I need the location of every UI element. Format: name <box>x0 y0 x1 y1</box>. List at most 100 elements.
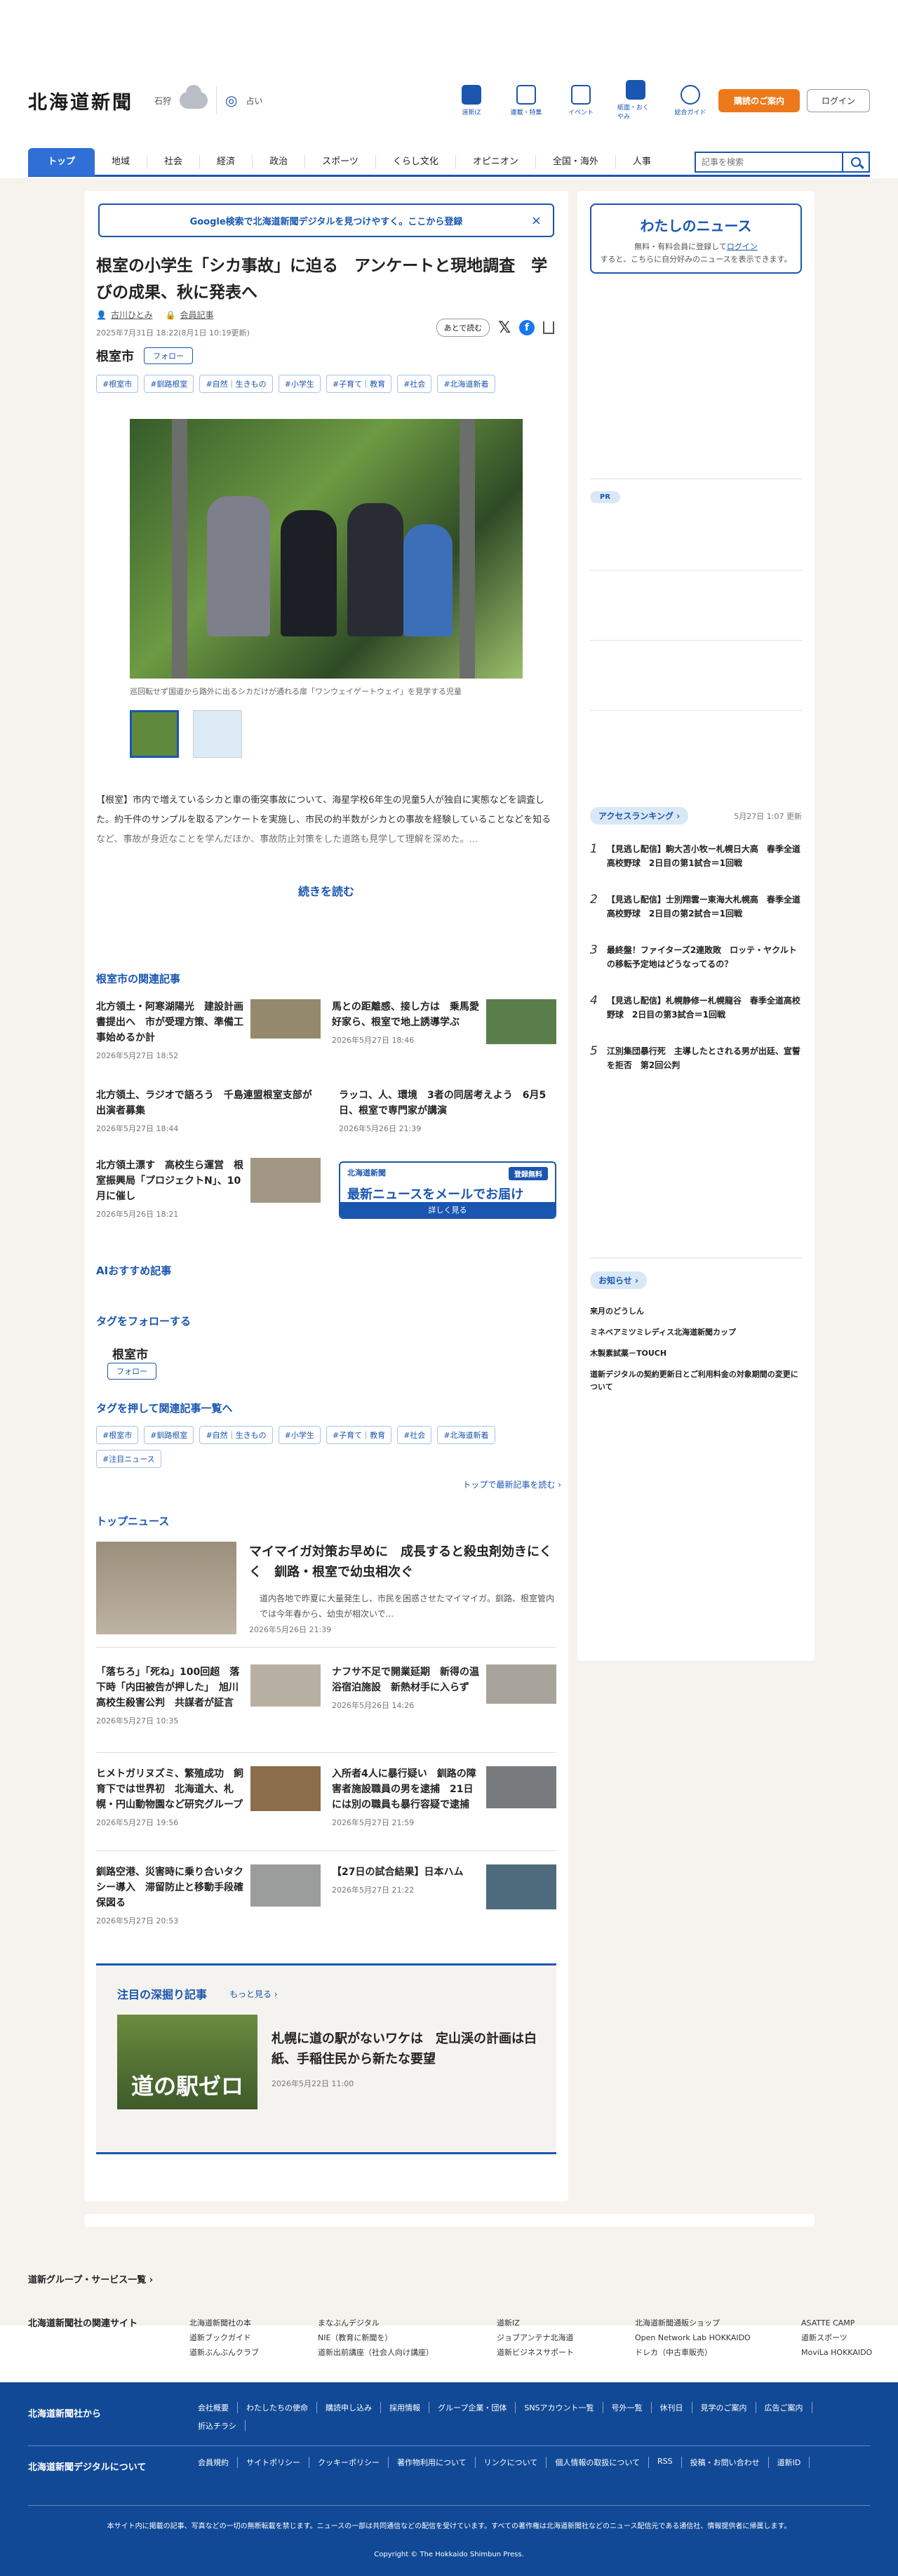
footer-link[interactable]: リンクについて <box>476 2457 547 2468</box>
photo-thumbnail[interactable] <box>130 710 179 758</box>
footer-link[interactable]: 購読申し込み <box>317 2402 381 2413</box>
related-article[interactable]: 北方領土、ラジオで語ろう 千島連盟根室支部が出演者募集 2026年5月27日 1… <box>96 1088 321 1134</box>
tag-link[interactable]: #自然｜生きもの <box>199 375 273 393</box>
article-photo[interactable] <box>130 419 523 679</box>
footer-link[interactable]: 折込チラシ <box>189 2420 246 2431</box>
follow-button[interactable]: フォロー <box>107 1363 156 1380</box>
tag-link[interactable]: #小学生 <box>278 1426 321 1444</box>
tag-link[interactable]: #子育て｜教育 <box>326 375 392 393</box>
nav-culture[interactable]: くらし文化 <box>376 154 456 169</box>
deep-dive-image[interactable]: 道の駅ゼロ <box>117 2015 257 2109</box>
hero-title[interactable]: マイマイガ対策お早めに 成長すると殺虫剤効きにくく 釧路・根室で幼虫相次ぐ <box>249 1542 558 1582</box>
nav-sports[interactable]: スポーツ <box>305 154 376 169</box>
footer-link[interactable]: 道新スポーツ <box>801 2330 872 2345</box>
footer-link[interactable]: NIE（教育に新聞を） <box>318 2330 434 2345</box>
footer-link[interactable]: 採用情報 <box>381 2402 429 2413</box>
footer-link[interactable]: 著作物利用について <box>389 2457 476 2468</box>
footer-link[interactable]: 道新IZ <box>497 2316 574 2330</box>
footer-link[interactable]: 号外一覧 <box>603 2402 652 2413</box>
nav-economy[interactable]: 経済 <box>200 154 253 169</box>
subscribe-button[interactable]: 購読のご案内 <box>718 88 800 112</box>
tag-link[interactable]: #釧路根室 <box>144 1426 194 1444</box>
footer-link[interactable]: わたしたちの使命 <box>238 2402 317 2413</box>
footer-link[interactable]: 道新出前講座（社会人向け講座） <box>318 2345 434 2360</box>
ranking-item[interactable]: 1 【見逃し配信】駒大苫小牧ー札幌日大高 春季全道高校野球 2日目の第1試合＝1回… <box>590 842 802 870</box>
footer-link[interactable]: 道新ビジネスサポート <box>497 2345 574 2360</box>
news-item[interactable]: 【27日の試合結果】日本ハム 2026年5月27日 21:22 <box>332 1864 556 1909</box>
related-article[interactable]: 馬との距離感、接し方は 乗馬愛好家ら、根室で地上誘導学ぶ 2026年5月27日 … <box>332 999 556 1046</box>
x-share-icon[interactable]: 𝕏 <box>498 319 511 337</box>
notice-item[interactable]: ミネベアミツミレディス北海道新聞カップ <box>590 1326 802 1339</box>
news-item[interactable]: 入所者4人に暴行疑い 釧路の障害者施設職員の男を逮捕 21日には別の職員も暴行容… <box>332 1766 556 1828</box>
footer-link[interactable]: 道新ブックガイド <box>189 2330 259 2345</box>
weather-widget[interactable]: 石狩 ◎ 占い <box>154 85 262 114</box>
google-banner[interactable]: Google検索で北海道新聞デジタルを見つけやすく。ここから登録 × <box>98 203 554 237</box>
site-logo[interactable]: 北海道新聞 <box>28 87 133 114</box>
news-item[interactable]: 釧路空港、災害時に乗り合いタクシー導入 滞留防止と移動手段確保図る 2026年5… <box>96 1864 321 1926</box>
deep-dive-title[interactable]: 札幌に道の駅がないワケは 定山渓の計画は白紙、手稲住民から新たな要望 <box>272 2029 538 2069</box>
nav-opinion[interactable]: オピニオン <box>456 154 536 169</box>
news-item[interactable]: ヒメトガリヌズミ、繁殖成功 飼育下では世界初 北海道大、札幌・円山動物園など研究… <box>96 1766 321 1828</box>
related-article[interactable]: 北方領土漂す 高校生ら運営 根室振興局「プロジェクトN」、10月に催し 2026… <box>96 1158 321 1220</box>
nav-world[interactable]: 全国・海外 <box>536 154 616 169</box>
ranking-item[interactable]: 3 最終盤！ファイターズ2連敗敗 ロッテ・ヤクルトの移転予定地はどうなってるの？ <box>590 943 802 971</box>
footer-link[interactable]: ASATTE CAMP <box>801 2316 872 2330</box>
news-item[interactable]: 「落ちろ」「死ね」100回超 落下時「内田被告が押した」 旭川高校生殺害公判 共… <box>96 1664 321 1726</box>
footer-link[interactable]: 会員規約 <box>189 2457 238 2468</box>
related-article[interactable]: 北方領土・阿寒湖陽光 建設計画書提出へ 市が受理方策、準備工事始めるか計 202… <box>96 999 321 1061</box>
map-thumbnail[interactable] <box>193 710 242 758</box>
footer-link[interactable]: まなぶんデジタル <box>318 2316 434 2330</box>
footer-link[interactable]: サイトポリシー <box>238 2457 309 2468</box>
footer-link[interactable]: 道新ID <box>769 2457 810 2468</box>
login-button[interactable]: ログイン <box>806 88 870 112</box>
read-more-link[interactable]: 続きを読む <box>84 882 568 899</box>
footer-link[interactable]: 北海道新聞社の本 <box>189 2316 259 2330</box>
tag-link[interactable]: #北海道新着 <box>437 1426 495 1444</box>
tag-link[interactable]: #釧路根室 <box>144 375 194 393</box>
hero-image[interactable] <box>96 1542 236 1634</box>
footer-link[interactable]: 道新ぶんぶんクラブ <box>189 2345 259 2360</box>
footer-link[interactable]: RSS <box>649 2457 682 2468</box>
my-news-login-link[interactable]: ログイン <box>727 242 758 251</box>
header-link-guide[interactable]: 総合ガイド <box>672 84 709 116</box>
follow-button[interactable]: フォロー <box>144 347 193 364</box>
tag-link[interactable]: #社会 <box>397 375 432 393</box>
mail-newsletter-banner[interactable]: 北海道新聞 登録無料 最新ニュースをメールでお届け 詳しく見る <box>339 1161 556 1219</box>
header-link-paper[interactable]: 紙面・おくやみ <box>617 80 654 121</box>
ranking-heading[interactable]: アクセスランキング › <box>590 807 689 825</box>
tag-link[interactable]: #社会 <box>397 1426 432 1444</box>
footer-link[interactable]: ジョブアンテナ北海道 <box>497 2330 574 2345</box>
nav-politics[interactable]: 政治 <box>253 154 306 169</box>
notice-heading[interactable]: お知らせ › <box>590 1272 647 1289</box>
footer-link[interactable]: 投稿・お問い合わせ <box>682 2457 769 2468</box>
notice-item[interactable]: 木製素試薬－TOUCH <box>590 1347 802 1360</box>
footer-link[interactable]: Open Network Lab HOKKAIDO <box>635 2330 751 2345</box>
search-input[interactable] <box>695 151 842 173</box>
nav-region[interactable]: 地域 <box>95 154 148 169</box>
nav-personnel[interactable]: 人事 <box>616 155 668 169</box>
tag-link[interactable]: #根室市 <box>96 1426 139 1444</box>
footer-link[interactable]: ドレカ（中古車販売） <box>635 2345 751 2360</box>
facebook-share-icon[interactable]: f <box>519 320 535 335</box>
tag-link[interactable]: #根室市 <box>96 375 139 393</box>
news-item[interactable]: ナフサ不足で開業延期 新得の温浴宿泊施設 新熱材手に入らず 2026年5月26日… <box>332 1664 556 1711</box>
footer-link[interactable]: グループ企業・団体 <box>429 2402 516 2413</box>
ranking-item[interactable]: 4 【見逃し配信】札幌静修ー札幌龍谷 春季全道高校野球 2日目の第3試合＝1回戦 <box>590 994 802 1022</box>
header-link-event[interactable]: イベント <box>563 84 599 116</box>
group-services-link[interactable]: 道新グループ・サービス一覧 › <box>28 2272 153 2285</box>
footer-link[interactable]: 広告ご案内 <box>756 2402 812 2413</box>
related-article[interactable]: ラッコ、人、環境 3者の同居考えよう 6月5日、根室で専門家が講演 2026年5… <box>339 1088 563 1134</box>
notice-item[interactable]: 来月のどうしん <box>590 1305 802 1318</box>
footer-link[interactable]: MoviLa HOKKAIDO <box>801 2345 872 2360</box>
header-link-iz[interactable]: 道新IZ <box>453 84 490 116</box>
footer-link[interactable]: 休刊日 <box>652 2402 692 2413</box>
nav-top[interactable]: トップ <box>28 147 95 176</box>
tag-link[interactable]: #自然｜生きもの <box>199 1426 273 1444</box>
ranking-item[interactable]: 2 【見逃し配信】士別翔雲ー東海大札幌高 春季全道高校野球 2日目の第2試合＝1回… <box>590 893 802 921</box>
header-link-series[interactable]: 連載・特集 <box>508 84 544 116</box>
nav-society[interactable]: 社会 <box>147 154 201 169</box>
search-button[interactable] <box>842 151 870 173</box>
author-link[interactable]: 古川ひとみ <box>111 309 153 321</box>
read-later-button[interactable]: あとで読む <box>436 319 490 337</box>
top-latest-link[interactable]: トップで最新記事を読む › <box>462 1479 561 1490</box>
